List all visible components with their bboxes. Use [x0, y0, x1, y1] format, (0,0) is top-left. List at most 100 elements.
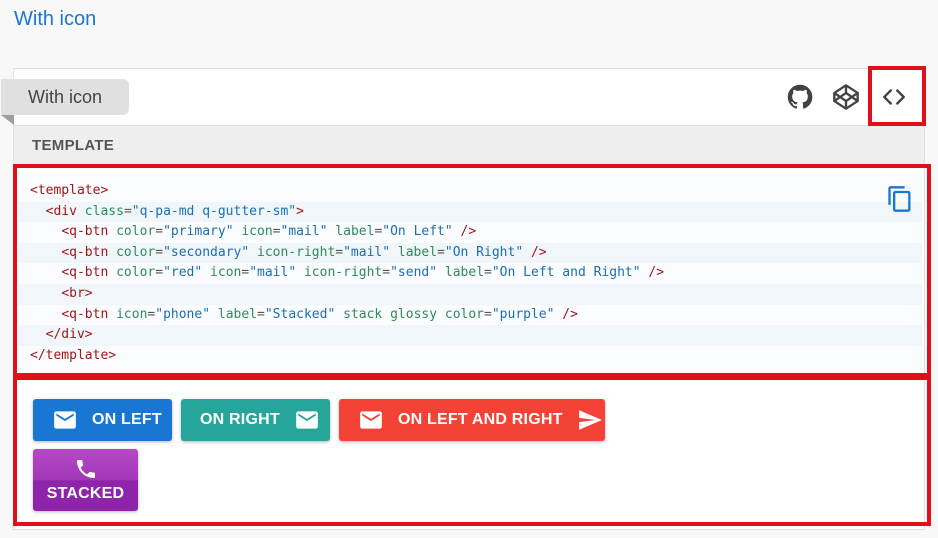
code-token: color	[116, 265, 156, 281]
card-toolbar: With icon	[1, 69, 924, 125]
code-token: icon	[210, 265, 242, 281]
on-left-and-right-label: ON LEFT AND RIGHT	[398, 411, 563, 428]
code-block: <template> <div class="q-pa-md q-gutter-…	[18, 171, 922, 371]
code-token: />	[554, 306, 578, 322]
code-token: >	[296, 203, 304, 219]
code-token: </div>	[45, 327, 93, 343]
code-line: <template>	[18, 181, 922, 202]
code-token: =	[241, 265, 250, 281]
code-token: "send"	[390, 265, 438, 281]
code-line: <br>	[18, 283, 922, 305]
stacked-label: STACKED	[46, 485, 125, 502]
card-title: With icon	[1, 79, 129, 115]
template-header: TEMPLATE	[14, 125, 924, 167]
code-line: <q-btn color="primary" icon="mail" label…	[18, 222, 922, 243]
code-token: icon	[116, 306, 148, 322]
code-token: label	[217, 306, 258, 322]
code-token: <div	[45, 203, 85, 219]
code-token: "mail"	[343, 244, 391, 260]
code-token: "purple"	[491, 306, 555, 322]
code-token: "secondary"	[163, 244, 250, 260]
mail-icon	[54, 411, 76, 429]
copy-icon[interactable]	[886, 185, 914, 213]
code-token: <q-btn	[61, 265, 117, 281]
send-icon	[578, 410, 602, 430]
code-token: "mail"	[249, 265, 297, 281]
code-token: =	[335, 244, 344, 260]
code-token: label	[335, 224, 375, 240]
on-left-button[interactable]: ON LEFT	[33, 399, 172, 441]
code-token: color	[116, 244, 156, 260]
code-line: </template>	[18, 346, 922, 367]
code-token: label	[397, 244, 438, 260]
code-token: =	[155, 244, 164, 260]
code-token: icon	[241, 224, 273, 240]
code-token: "On Left"	[382, 224, 453, 240]
code-token: />	[452, 224, 477, 240]
code-token: "On Left and Right"	[491, 265, 641, 281]
on-right-label: ON RIGHT	[200, 411, 280, 428]
stacked-button[interactable]: STACKED	[33, 449, 138, 511]
title-tag-fold	[1, 115, 14, 125]
code-line: <q-btn color="secondary" icon-right="mai…	[18, 242, 922, 264]
on-right-button[interactable]: ON RIGHT	[181, 399, 330, 441]
code-line: </div>	[18, 325, 922, 346]
code-token: =	[272, 224, 281, 240]
code-token: =	[155, 265, 164, 281]
code-token: "phone"	[155, 306, 211, 322]
code-token: <template>	[30, 183, 109, 198]
code-token: "primary"	[163, 224, 234, 240]
code-token: />	[640, 265, 665, 281]
on-left-and-right-button[interactable]: ON LEFT AND RIGHT	[339, 399, 605, 441]
code-token: <br>	[61, 285, 93, 301]
code-line: <div class="q-pa-md q-gutter-sm">	[18, 201, 922, 223]
code-token: <q-btn	[61, 224, 117, 240]
code-token: "red"	[163, 265, 203, 281]
code-token: "mail"	[280, 224, 328, 240]
code-token: icon-right	[303, 265, 383, 281]
code-token: =	[437, 244, 445, 260]
code-token: "q-pa-md q-gutter-sm"	[131, 203, 297, 219]
phone-icon	[76, 460, 95, 478]
code-line: <q-btn color="red" icon="mail" icon-righ…	[18, 263, 922, 284]
code-token: color	[444, 306, 485, 322]
github-icon[interactable]	[784, 81, 816, 113]
code-token: class	[84, 203, 124, 219]
code-token: </template>	[30, 347, 117, 363]
code-token: =	[484, 265, 492, 281]
demo-area: ON LEFT ON RIGHT ON LEFT AND RIGHT STACK…	[18, 381, 922, 527]
code-token: stack glossy	[343, 306, 438, 322]
mail-icon	[295, 411, 318, 429]
code-token: =	[257, 306, 265, 322]
example-card: With icon TEMPLATE <template> <div class…	[1, 68, 925, 530]
code-token: icon-right	[257, 244, 336, 260]
code-token: "Stacked"	[264, 306, 336, 322]
code-token: =	[123, 203, 132, 219]
code-token: label	[444, 265, 485, 281]
code-token: <q-btn	[61, 244, 117, 260]
codepen-icon[interactable]	[830, 81, 862, 113]
code-icon[interactable]	[878, 81, 910, 113]
code-token: "On Right"	[444, 244, 524, 260]
code-token: <q-btn	[61, 306, 117, 322]
mail-icon	[360, 411, 382, 429]
code-token: =	[155, 224, 164, 240]
code-token: color	[116, 224, 156, 240]
on-left-label: ON LEFT	[92, 411, 162, 428]
section-heading: With icon	[14, 8, 97, 30]
code-token: =	[382, 265, 391, 281]
